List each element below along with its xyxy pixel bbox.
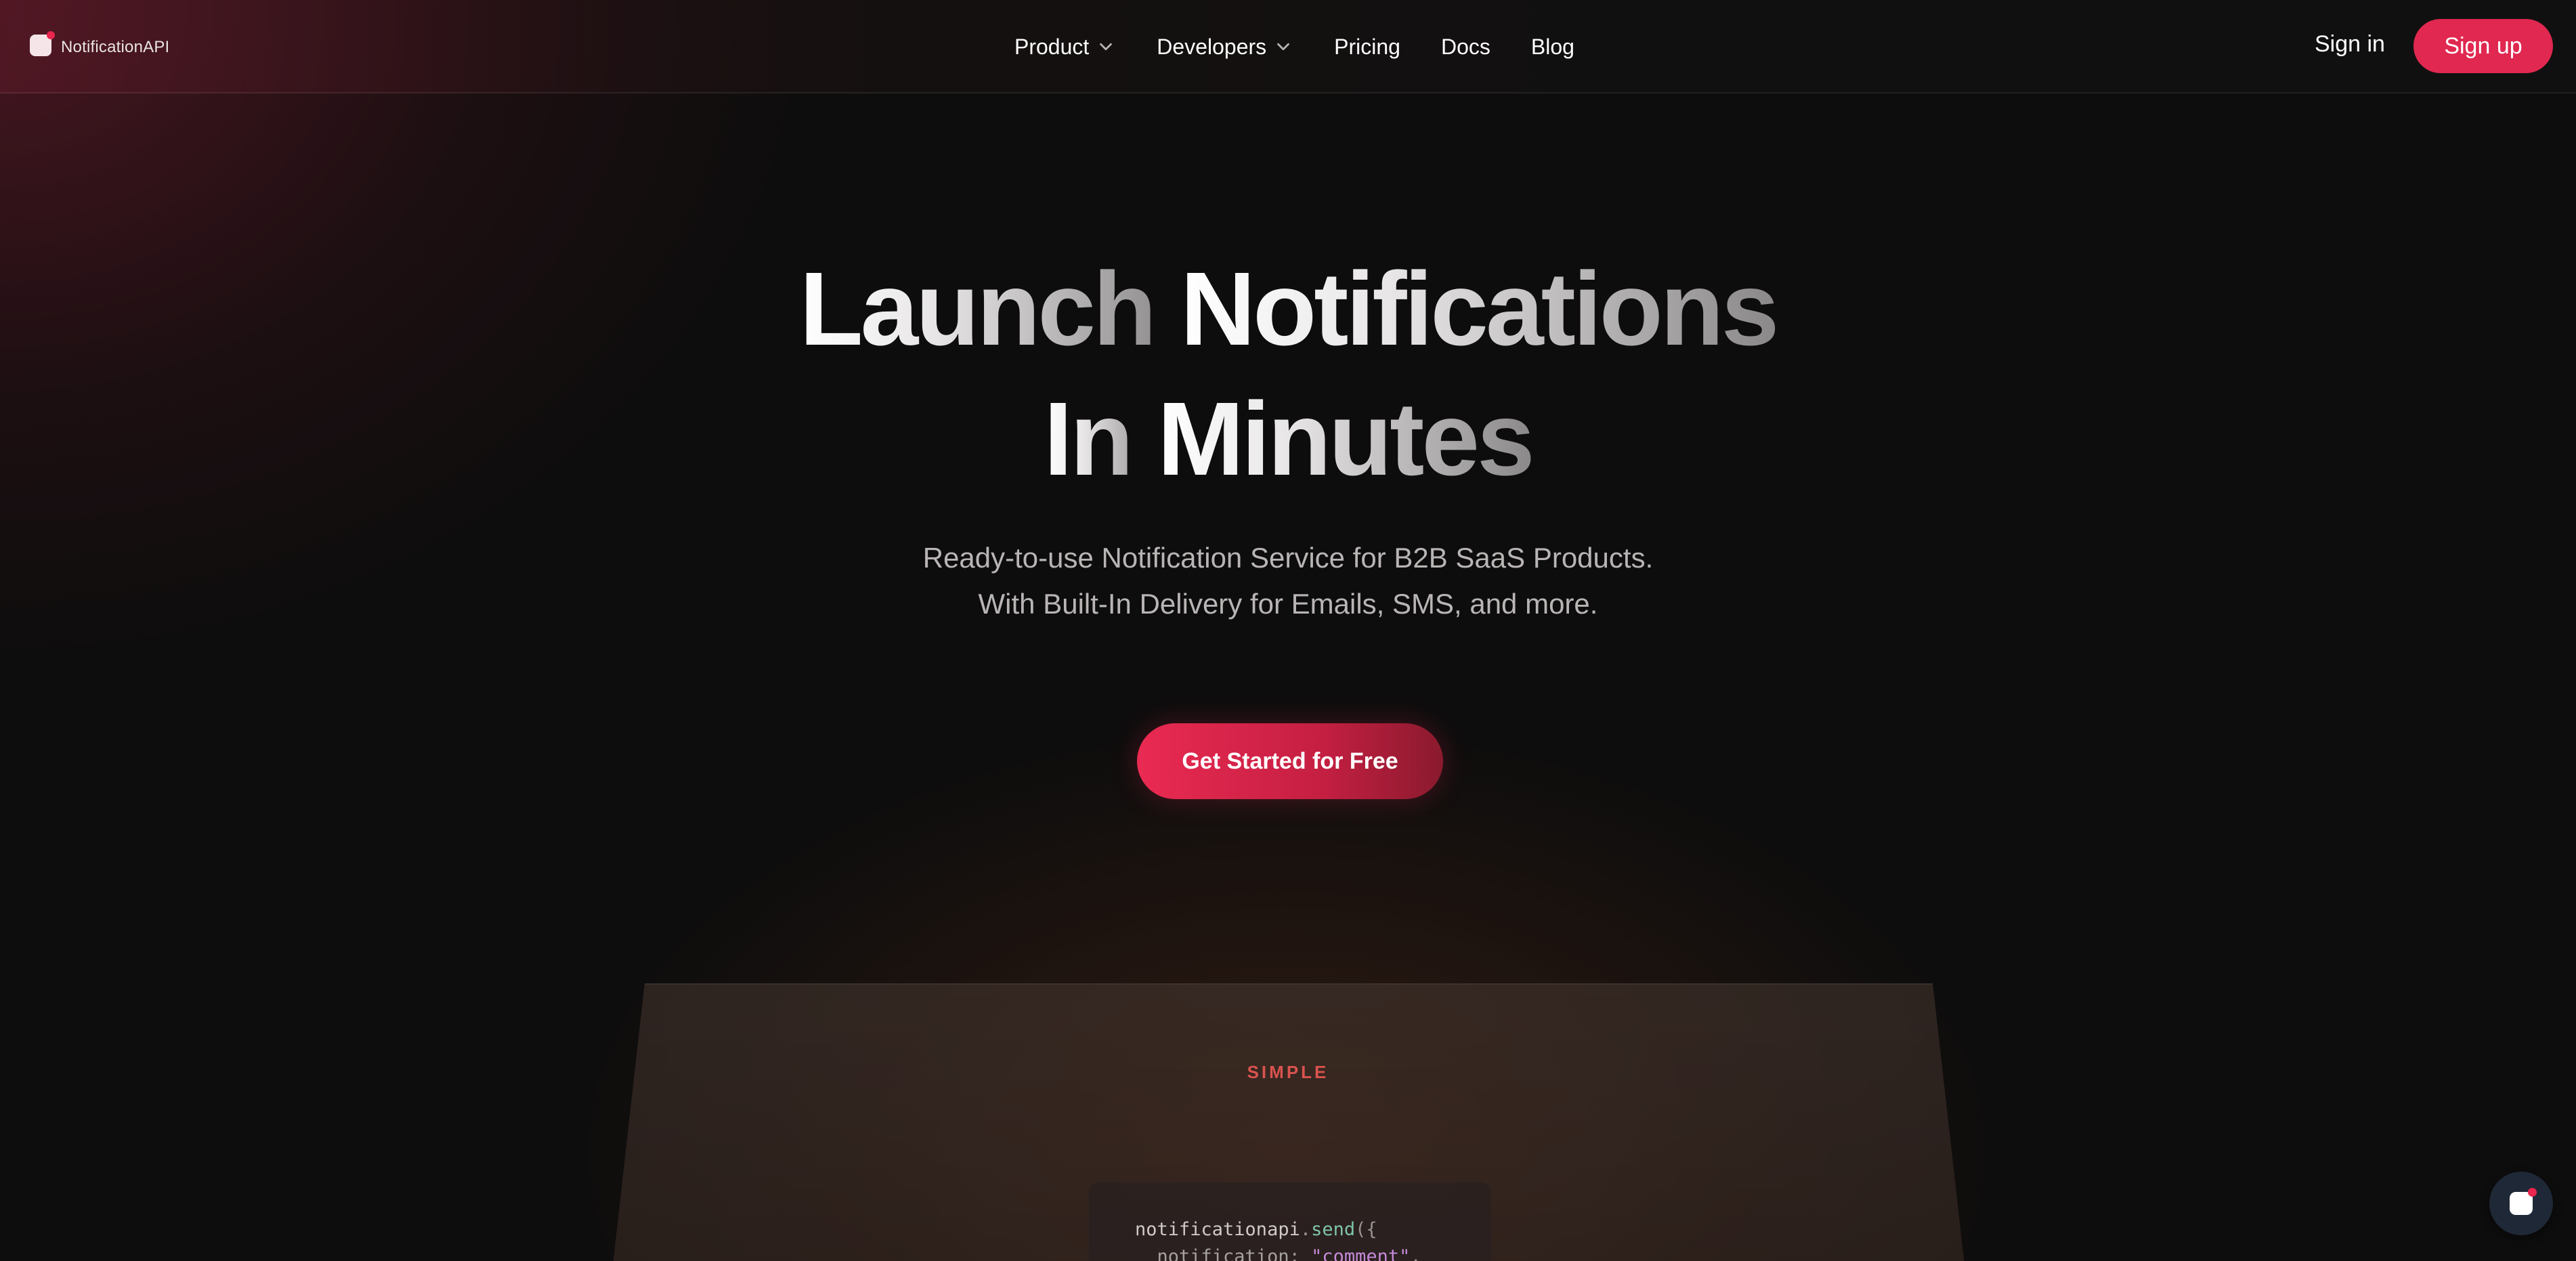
- code-snippet: notificationapi.send({ notification: "co…: [1089, 1182, 1491, 1261]
- feature-label: SIMPLE: [1247, 1062, 1329, 1082]
- notification-dot-icon: [2528, 1188, 2537, 1197]
- code-key: notification: [1157, 1246, 1289, 1261]
- hero-title-line-2: In Minutes: [0, 374, 2576, 504]
- sign-in-link[interactable]: Sign in: [2315, 31, 2385, 58]
- nav-item-label: Docs: [1440, 34, 1490, 59]
- chevron-down-icon: [1100, 43, 1113, 51]
- code-string: "comment": [1311, 1246, 1411, 1261]
- nav-item-label: Product: [1014, 34, 1090, 59]
- hero-title-part: Minutes: [1157, 381, 1535, 497]
- hero-title: Launch Notifications In Minutes: [0, 244, 2576, 504]
- chat-widget-button[interactable]: [2489, 1172, 2553, 1235]
- nav-item-label: Pricing: [1334, 34, 1400, 59]
- nav-item-docs[interactable]: Docs: [1441, 35, 1490, 60]
- hero-title-part: Notifications: [1180, 251, 1780, 367]
- notification-dot-icon: [47, 31, 55, 39]
- landing-page: NotificationAPI Product Developers Prici…: [0, 0, 2576, 1261]
- hero-title-part: Launch: [799, 251, 1180, 367]
- code-function: send: [1311, 1219, 1356, 1240]
- brand[interactable]: NotificationAPI: [30, 31, 170, 57]
- top-navbar: NotificationAPI Product Developers Prici…: [0, 0, 2576, 93]
- nav-item-label: Developers: [1157, 34, 1267, 59]
- brand-name: NotificationAPI: [61, 38, 170, 56]
- code-object: notificationapi: [1135, 1219, 1300, 1240]
- nav-item-pricing[interactable]: Pricing: [1334, 35, 1400, 60]
- nav-item-product[interactable]: Product: [1014, 35, 1116, 60]
- nav-item-developers[interactable]: Developers: [1157, 35, 1293, 60]
- sign-up-button[interactable]: Sign up: [2413, 19, 2553, 73]
- hero-subtitle: Ready-to-use Notification Service for B2…: [0, 535, 2576, 627]
- code-punctuation: ({: [1355, 1219, 1377, 1240]
- nav-item-blog[interactable]: Blog: [1531, 35, 1574, 60]
- code-punctuation: ,: [1410, 1246, 1421, 1261]
- hero-subtitle-line-1: Ready-to-use Notification Service for B2…: [922, 542, 1654, 574]
- notification-app-icon: [30, 31, 55, 56]
- nav-item-label: Blog: [1530, 34, 1574, 59]
- chevron-down-icon: [1277, 43, 1290, 51]
- main-nav: Product Developers Pricing Docs Blog: [1014, 30, 1574, 64]
- hero-title-line-1: Launch Notifications: [0, 244, 2576, 374]
- code-punctuation: :: [1289, 1246, 1312, 1261]
- hero-subtitle-line-2: With Built-In Delivery for Emails, SMS, …: [978, 588, 1598, 620]
- code-punctuation: .: [1300, 1219, 1312, 1240]
- chat-widget-icon: [2510, 1188, 2537, 1215]
- get-started-button[interactable]: Get Started for Free: [1137, 723, 1443, 799]
- hero-title-part: In: [1044, 381, 1157, 497]
